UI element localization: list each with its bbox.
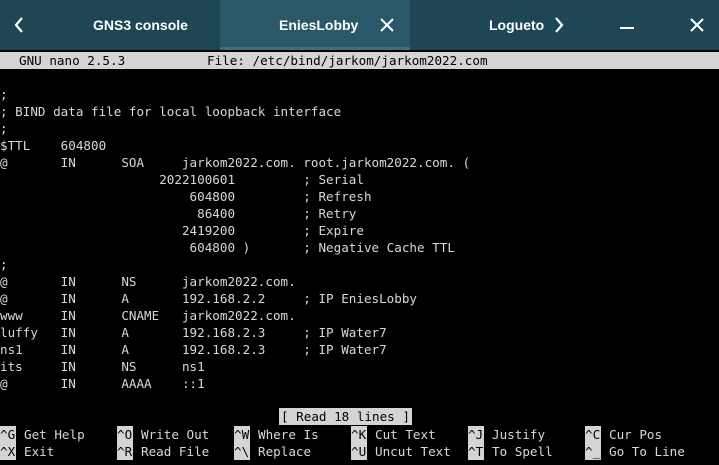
tab-label: EniesLobby <box>279 17 359 33</box>
editor-line: its IN NS ns1 <box>0 359 205 374</box>
shortcut-key: ^W <box>234 426 250 443</box>
close-window-button[interactable] <box>682 10 712 40</box>
shortcut-label: Go To Line <box>609 444 685 459</box>
shortcut-where-is[interactable]: ^W Where Is <box>234 426 319 443</box>
shortcut-key: ^T <box>468 443 484 460</box>
shortcut-key: ^U <box>351 443 367 460</box>
editor-text-area[interactable]: ; ; BIND data file for local loopback in… <box>0 86 719 392</box>
status-message: [ Read 18 lines ] <box>279 408 412 425</box>
editor-line: www IN CNAME jarkom2022.com. <box>0 308 296 323</box>
shortcut-replace[interactable]: ^\ Replace <box>234 443 311 460</box>
editor-line: $TTL 604800 <box>0 138 107 153</box>
shortcut-key: ^C <box>585 426 601 443</box>
shortcut-go-to-line[interactable]: ^_ Go To Line <box>585 443 685 460</box>
shortcut-key: ^K <box>351 426 367 443</box>
shortcut-exit[interactable]: ^X Exit <box>0 443 54 460</box>
shortcut-get-help[interactable]: ^G Get Help <box>0 426 85 443</box>
shortcut-label: Exit <box>24 444 55 459</box>
minimize-icon <box>620 27 634 29</box>
editor-line: 86400 ; Retry <box>0 206 357 221</box>
shortcut-cut-text[interactable]: ^K Cut Text <box>351 426 436 443</box>
shortcut-key: ^J <box>468 426 484 443</box>
shortcut-label: To Spell <box>492 444 553 459</box>
chevron-left-icon <box>14 17 23 33</box>
shortcut-label: Cur Pos <box>609 427 663 442</box>
shortcut-justify[interactable]: ^J Justify <box>468 426 545 443</box>
shortcut-label: Uncut Text <box>375 444 451 459</box>
shortcut-label: Cut Text <box>375 427 436 442</box>
shortcut-key: ^X <box>0 443 16 460</box>
shortcut-label: Justify <box>492 427 546 442</box>
editor-line: 604800 ; Refresh <box>0 189 372 204</box>
tab-gns3-console[interactable]: GNS3 console <box>34 0 220 50</box>
editor-line: 2419200 ; Expire <box>0 223 364 238</box>
shortcut-label: Where Is <box>258 427 319 442</box>
shortcut-key: ^R <box>117 443 133 460</box>
chevron-right-icon <box>555 17 564 33</box>
window-titlebar: GNS3 console EniesLobby Loguetow <box>0 0 719 50</box>
shortcut-key: ^G <box>0 426 16 443</box>
nano-header-bar: GNU nano 2.5.3 File: /etc/bind/jarkom/ja… <box>0 52 719 69</box>
shortcut-key: ^O <box>117 426 133 443</box>
editor-line: ; <box>0 87 8 102</box>
editor-line: 2022100601 ; Serial <box>0 172 364 187</box>
editor-line: @ IN AAAA ::1 <box>0 376 205 391</box>
nano-filename: File: /etc/bind/jarkom/jarkom2022.com <box>207 53 488 68</box>
tab-enieslobby[interactable]: EniesLobby <box>220 0 410 50</box>
shortcut-label: Read File <box>141 444 210 459</box>
editor-line: @ IN NS jarkom2022.com. <box>0 274 296 289</box>
shortcut-read-file[interactable]: ^R Read File <box>117 443 209 460</box>
shortcut-label: Get Help <box>24 427 85 442</box>
shortcut-uncut-text[interactable]: ^U Uncut Text <box>351 443 451 460</box>
close-icon <box>380 18 394 32</box>
shortcut-label: Write Out <box>141 427 210 442</box>
tab-label: Loguetow <box>489 17 544 33</box>
editor-line: @ IN A 192.168.2.2 ; IP EniesLobby <box>0 291 418 306</box>
shortcut-bar: ^G Get Help ^O Write Out ^W Where Is ^K Cut … <box>0 426 719 462</box>
minimize-button[interactable] <box>612 10 642 40</box>
editor-line: ; <box>0 121 8 136</box>
shortcut-cur-pos[interactable]: ^C Cur Pos <box>585 426 662 443</box>
editor-line: ; BIND data file for local loopback inte… <box>0 104 342 119</box>
shortcut-key: ^\ <box>234 443 250 460</box>
tab-label: GNS3 console <box>93 17 188 33</box>
shortcut-key: ^_ <box>585 443 601 460</box>
nano-version: GNU nano 2.5.3 <box>19 53 126 68</box>
scroll-tabs-right-button[interactable] <box>542 0 576 50</box>
editor-line: @ IN SOA jarkom2022.com. root.jarkom2022… <box>0 155 471 170</box>
shortcut-to-spell[interactable]: ^T To Spell <box>468 443 553 460</box>
editor-line: ; <box>0 257 8 272</box>
shortcut-write-out[interactable]: ^O Write Out <box>117 426 209 443</box>
shortcut-label: Replace <box>258 444 312 459</box>
editor-line: luffy IN A 192.168.2.3 ; IP Water7 <box>0 325 387 340</box>
tab-loguetown[interactable]: Loguetow <box>410 0 544 50</box>
editor-line: 604800 ) ; Negative Cache TTL <box>0 240 455 255</box>
close-tab-button[interactable] <box>378 16 396 34</box>
close-icon <box>690 18 704 32</box>
editor-line: ns1 IN A 192.168.2.3 ; IP Water7 <box>0 342 387 357</box>
scroll-tabs-left-button[interactable] <box>2 0 36 50</box>
